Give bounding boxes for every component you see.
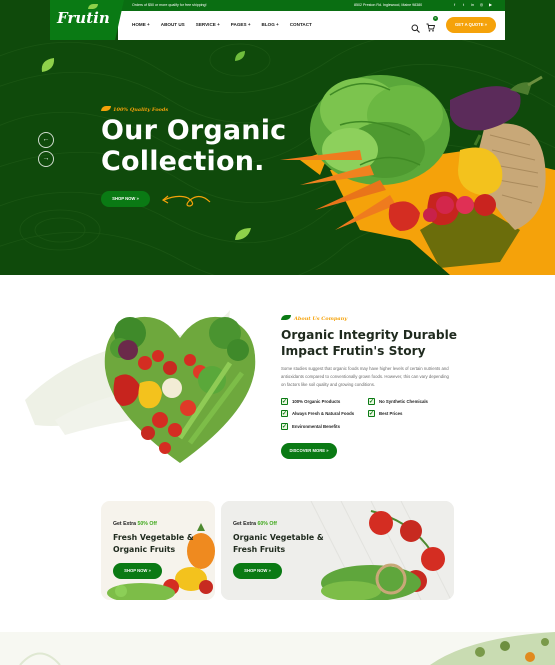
about-tagline: About Us Company [294,316,348,322]
check-icon: ✓ [281,410,288,417]
feature-label: Always Fresh & Natural Foods [292,411,355,416]
get-a-quote-button[interactable]: GET A QUOTE » [446,17,496,33]
promo-title-line: Fresh Vegetable & [113,533,194,542]
facebook-icon[interactable]: f [452,2,457,8]
check-icon: ✓ [281,423,288,430]
twitter-icon[interactable]: t [461,2,466,8]
promo-discount-percent: 50% Off [137,521,157,527]
shipping-promo-text: Orders of $50 or more qualify for free s… [132,3,207,7]
feature-label: Environmental Benefits [292,424,340,429]
nav-item-contact[interactable]: CONTACT [290,22,312,27]
promo-title-line: Organic Vegetable & [233,533,324,542]
hero-title-line: Our Organic [101,115,287,146]
slider-next-button[interactable]: → [38,151,54,167]
promo-discount: Get Extra 50% Off [113,521,157,527]
promo-discount-prefix: Get Extra [113,521,138,527]
leaf-icon [235,228,251,240]
promo-discount-prefix: Get Extra [233,521,258,527]
promo-title-line: Organic Fruits [113,545,176,554]
promo-title-line: Fresh Fruits [233,545,286,554]
promo-title: Fresh Vegetable & Organic Fruits [113,532,194,556]
cart-icon [426,23,436,32]
hero-title: Our Organic Collection. [101,115,286,177]
nav-icons: 0 [411,16,438,37]
logo[interactable]: Frutin [50,0,124,40]
feature-item: ✓ No Synthetic Chemicals [368,398,428,405]
feature-label: 100% Organic Products [292,399,341,404]
promo-title: Organic Vegetable & Fresh Fruits [233,532,324,556]
curly-arrow-icon [161,195,211,207]
promo-shop-now-button[interactable]: SHOP NOW » [233,563,282,579]
address-text: 8502 Preston Rd. Inglewood, Maine 98380 [354,3,423,7]
about-title-line: Impact Frutin's Story [281,344,426,358]
check-icon: ✓ [368,398,375,405]
check-icon: ✓ [281,398,288,405]
social-links: f t in ◎ ▶ [452,2,493,8]
promo-card: Get Extra 50% Off Fresh Vegetable & Orga… [101,501,215,600]
instagram-icon[interactable]: ◎ [479,2,484,8]
linkedin-icon[interactable]: in [470,2,475,8]
search-icon[interactable] [411,24,420,33]
nav-item-home[interactable]: HOME + [132,22,150,27]
check-icon: ✓ [368,410,375,417]
decorative-foliage [19,632,555,665]
nav-item-service[interactable]: SERVICE + [196,22,220,27]
promo-discount-percent: 60% Off [257,521,277,527]
next-section-preview [0,632,555,665]
about-description: Some studies suggest that organic foods … [281,366,449,388]
feature-item: ✓ Always Fresh & Natural Foods [281,410,354,417]
vegetable-basket-illustration [280,75,546,231]
about-title-line: Organic Integrity Durable [281,328,458,342]
logo-text: Frutin [57,9,110,27]
vegetable-heart-image [104,316,256,463]
cart-count-badge: 0 [433,16,438,21]
feature-item: ✓ 100% Organic Products [281,398,340,405]
about-title: Organic Integrity Durable Impact Frutin'… [281,327,481,359]
nav-item-about[interactable]: ABOUT US [161,22,185,27]
feature-item: ✓ Best Prices [368,410,402,417]
feature-label: Best Prices [379,411,403,416]
hero-title-line: Collection. [101,146,265,177]
feature-item: ✓ Environmental Benefits [281,423,340,430]
youtube-icon[interactable]: ▶ [488,2,493,8]
top-info-bar: Orders of $50 or more qualify for free s… [118,0,505,11]
promo-card: Get Extra 60% Off Organic Vegetable & Fr… [221,501,454,600]
slider-prev-button[interactable]: ← [38,132,54,148]
promo-discount: Get Extra 60% Off [233,521,277,527]
hero-tagline: 100% Quality Foods [113,107,169,113]
leaf-icon [235,51,245,61]
nav-menu: HOME + ABOUT US SERVICE + PAGES + BLOG +… [132,22,312,27]
hero-shop-now-button[interactable]: SHOP NOW » [101,191,150,207]
leaf-icon [281,315,291,320]
nav-item-blog[interactable]: BLOG + [262,22,279,27]
main-navbar: HOME + ABOUT US SERVICE + PAGES + BLOG +… [118,11,505,40]
nav-item-pages[interactable]: PAGES + [231,22,251,27]
page: Orders of $50 or more qualify for free s… [0,0,555,665]
hero-section: Orders of $50 or more qualify for free s… [0,0,555,275]
promo-shop-now-button[interactable]: SHOP NOW » [113,563,162,579]
leaf-icon [41,58,55,72]
cart-button[interactable]: 0 [426,16,438,37]
discover-more-button[interactable]: DISCOVER MORE » [281,443,337,459]
feature-label: No Synthetic Chemicals [379,399,428,404]
